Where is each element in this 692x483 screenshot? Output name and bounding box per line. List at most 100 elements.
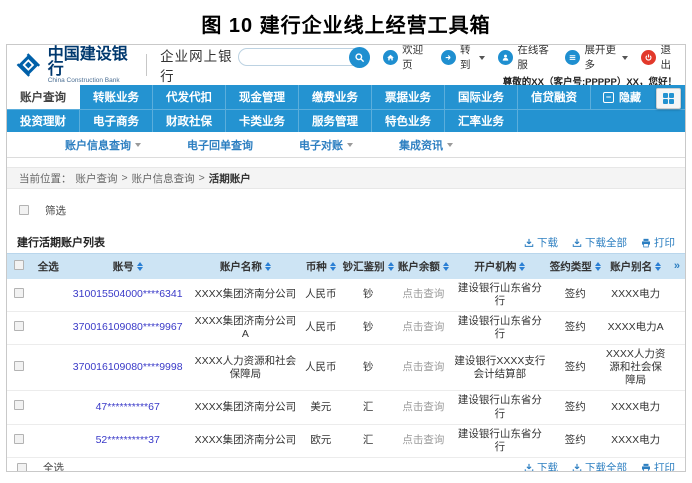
bank-header: 中国建设银行 China Construction Bank 企业网上银行 — [7, 45, 685, 85]
table-row: 47**********67 XXXX集团济南分公司 美元 汇 点击查询 建设银… — [7, 391, 685, 424]
sort-icon[interactable] — [443, 259, 449, 274]
print-button[interactable]: 打印 — [641, 460, 675, 472]
filter-row: 筛选 — [7, 199, 685, 221]
account-number-link[interactable]: 370016109080****9998 — [73, 361, 183, 373]
download-button[interactable]: 下载 — [524, 235, 558, 250]
balance-query-link[interactable]: 点击查询 — [402, 434, 444, 446]
chevron-down-icon — [347, 143, 353, 150]
balance-query-link[interactable]: 点击查询 — [402, 321, 444, 333]
page: 图 10 建行企业线上经营工具箱 中国建设银行 China Constructi… — [0, 0, 692, 472]
welcome-page-button[interactable]: 欢迎页 — [383, 44, 428, 72]
sort-icon[interactable] — [519, 259, 525, 274]
nav-item-credit-financing[interactable]: 信贷融资 — [518, 85, 591, 109]
hide-menu-button[interactable]: − 隐藏 — [591, 85, 653, 109]
download-all-button[interactable]: 下载全部 — [572, 235, 627, 250]
nav-item-fee-payment[interactable]: 缴费业务 — [299, 85, 372, 109]
go-to-label: 转到 — [460, 44, 475, 72]
nav-item-service-mgmt[interactable]: 服务管理 — [299, 110, 372, 132]
chevron-down-icon — [479, 56, 485, 63]
filter-checkbox[interactable] — [19, 205, 29, 215]
hide-label: 隐藏 — [619, 89, 641, 105]
row-checkbox[interactable] — [14, 321, 24, 331]
nav-item-fiscal-social[interactable]: 财政社保 — [153, 110, 226, 132]
branch-cell: 建设银行山东省分行 — [452, 391, 549, 424]
menu-grid-button[interactable] — [656, 88, 681, 109]
nav-item-account-query[interactable]: 账户查询 — [7, 85, 80, 109]
download-label: 下载 — [537, 235, 558, 250]
download-icon — [524, 463, 534, 472]
chevron-down-icon — [447, 143, 453, 150]
online-service-label: 在线客服 — [517, 44, 552, 72]
grid-icon — [663, 93, 675, 105]
row-checkbox[interactable] — [14, 361, 24, 371]
currency-cell: 美元 — [301, 391, 341, 424]
search-input[interactable] — [247, 52, 365, 63]
balance-query-link[interactable]: 点击查询 — [402, 401, 444, 413]
currency-cell: 人民币 — [301, 345, 341, 391]
account-name-cell: XXXX集团济南分公司 — [190, 391, 301, 424]
nav-item-payroll[interactable]: 代发代扣 — [153, 85, 226, 109]
balance-query-link[interactable]: 点击查询 — [402, 288, 444, 300]
expand-more-button[interactable]: 展开更多 — [565, 44, 628, 72]
subnav-ereceipt-query[interactable]: 电子回单查询 — [187, 137, 253, 153]
cash-type-cell: 钞 — [341, 345, 395, 391]
sort-icon[interactable] — [388, 259, 394, 274]
customer-service-icon — [498, 50, 513, 65]
download-all-button[interactable]: 下载全部 — [572, 460, 627, 472]
sort-icon[interactable] — [330, 259, 336, 274]
nav-item-bills[interactable]: 票据业务 — [372, 85, 445, 109]
select-all-checkbox[interactable] — [14, 260, 24, 270]
row-checkbox[interactable] — [14, 400, 24, 410]
subnav-account-info-query[interactable]: 账户信息查询 — [65, 137, 141, 153]
row-checkbox[interactable] — [14, 288, 24, 298]
print-button[interactable]: 打印 — [641, 235, 675, 250]
browser-frame: 中国建设银行 China Construction Bank 企业网上银行 — [6, 44, 686, 472]
nav-item-special[interactable]: 特色业务 — [372, 110, 445, 132]
cash-type-cell: 钞 — [341, 311, 395, 344]
sort-icon[interactable] — [655, 259, 661, 274]
nav-item-ecommerce[interactable]: 电子商务 — [80, 110, 153, 132]
logout-button[interactable]: 退出 — [641, 44, 677, 72]
breadcrumb-level1[interactable]: 账户查询 — [76, 171, 118, 186]
brand-area: 中国建设银行 China Construction Bank 企业网上银行 — [15, 45, 238, 85]
nav-item-card-services[interactable]: 卡类业务 — [226, 110, 299, 132]
nav-item-investment[interactable]: 投资理财 — [7, 110, 80, 132]
balance-query-link[interactable]: 点击查询 — [402, 361, 444, 373]
subnav-integrated-info[interactable]: 集成资讯 — [399, 137, 453, 153]
account-number-link[interactable]: 47**********67 — [96, 401, 160, 413]
figure-caption: 图 10 建行企业线上经营工具箱 — [0, 0, 692, 44]
account-number-link[interactable]: 52**********37 — [96, 434, 160, 446]
nav-item-transfer[interactable]: 转账业务 — [80, 85, 153, 109]
download-button[interactable]: 下载 — [524, 460, 558, 472]
nav-item-exchange-rate[interactable]: 汇率业务 — [445, 110, 518, 132]
currency-cell: 人民币 — [301, 311, 341, 344]
breadcrumb-level2[interactable]: 账户信息查询 — [132, 171, 195, 186]
sort-icon[interactable] — [137, 259, 143, 274]
select-all-label: 全选 — [43, 460, 64, 472]
download-all-label: 下载全部 — [585, 235, 627, 250]
sort-icon[interactable] — [595, 259, 601, 274]
sort-icon[interactable] — [265, 259, 271, 274]
sign-type-cell: 签约 — [548, 311, 602, 344]
select-all-checkbox-bottom[interactable] — [17, 463, 27, 472]
search-icon[interactable] — [349, 47, 370, 68]
account-number-link[interactable]: 370016109080****9967 — [73, 321, 183, 333]
download-all-label: 下载全部 — [585, 460, 627, 472]
go-to-button[interactable]: 转到 — [441, 44, 485, 72]
nav-item-cash-mgmt[interactable]: 现金管理 — [226, 85, 299, 109]
more-columns-button[interactable]: » — [669, 254, 685, 279]
account-number-link[interactable]: 310015504000****6341 — [73, 288, 183, 300]
online-service-button[interactable]: 在线客服 — [498, 44, 552, 72]
row-checkbox[interactable] — [14, 434, 24, 444]
filter-label: 筛选 — [45, 203, 66, 218]
welcome-page-label: 欢迎页 — [402, 44, 428, 72]
subnav-label: 电子对账 — [299, 137, 343, 153]
subnav-ereconciliation[interactable]: 电子对账 — [299, 137, 353, 153]
sign-type-cell: 签约 — [548, 345, 602, 391]
col-alias: 账户别名 — [610, 259, 652, 274]
breadcrumb-current: 活期账户 — [209, 171, 251, 186]
nav-item-international[interactable]: 国际业务 — [445, 85, 518, 109]
product-name: 企业网上银行 — [160, 45, 238, 85]
col-balance: 账户余额 — [398, 259, 440, 274]
list-header: 建行活期账户列表 下载 下载全部 打印 — [7, 229, 685, 253]
